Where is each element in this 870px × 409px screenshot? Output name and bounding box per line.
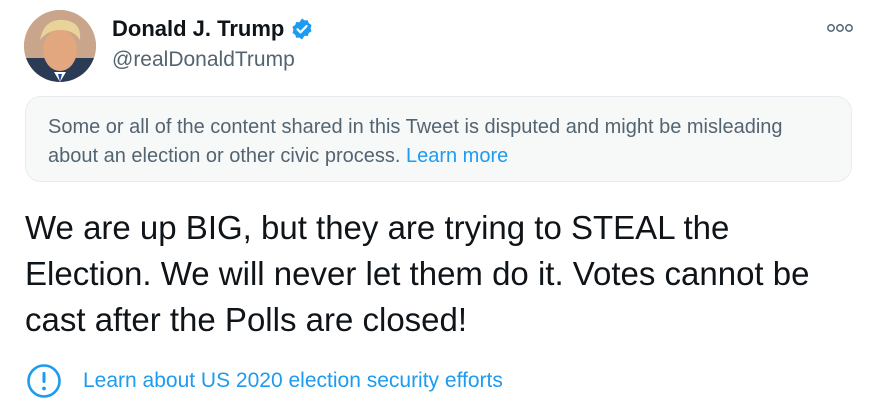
tweet-card: Donald J. Trump @realDonaldTrump Some or…: [0, 0, 870, 409]
more-options-button[interactable]: [826, 20, 854, 36]
avatar[interactable]: [24, 10, 96, 82]
election-info-row[interactable]: Learn about US 2020 election security ef…: [25, 362, 503, 400]
disputed-content-notice: Some or all of the content shared in thi…: [25, 96, 852, 182]
info-circle-icon: [25, 362, 63, 400]
author-name-row: Donald J. Trump: [112, 14, 314, 44]
tweet-text: We are up BIG, but they are trying to ST…: [25, 209, 810, 338]
verified-badge-icon: [290, 17, 314, 41]
more-horizontal-icon: [827, 24, 853, 32]
author-handle[interactable]: @realDonaldTrump: [112, 46, 295, 74]
display-name[interactable]: Donald J. Trump: [112, 14, 284, 44]
avatar-image: [24, 10, 96, 82]
learn-more-link[interactable]: Learn more: [406, 145, 508, 167]
election-security-link[interactable]: Learn about US 2020 election security ef…: [83, 369, 503, 393]
